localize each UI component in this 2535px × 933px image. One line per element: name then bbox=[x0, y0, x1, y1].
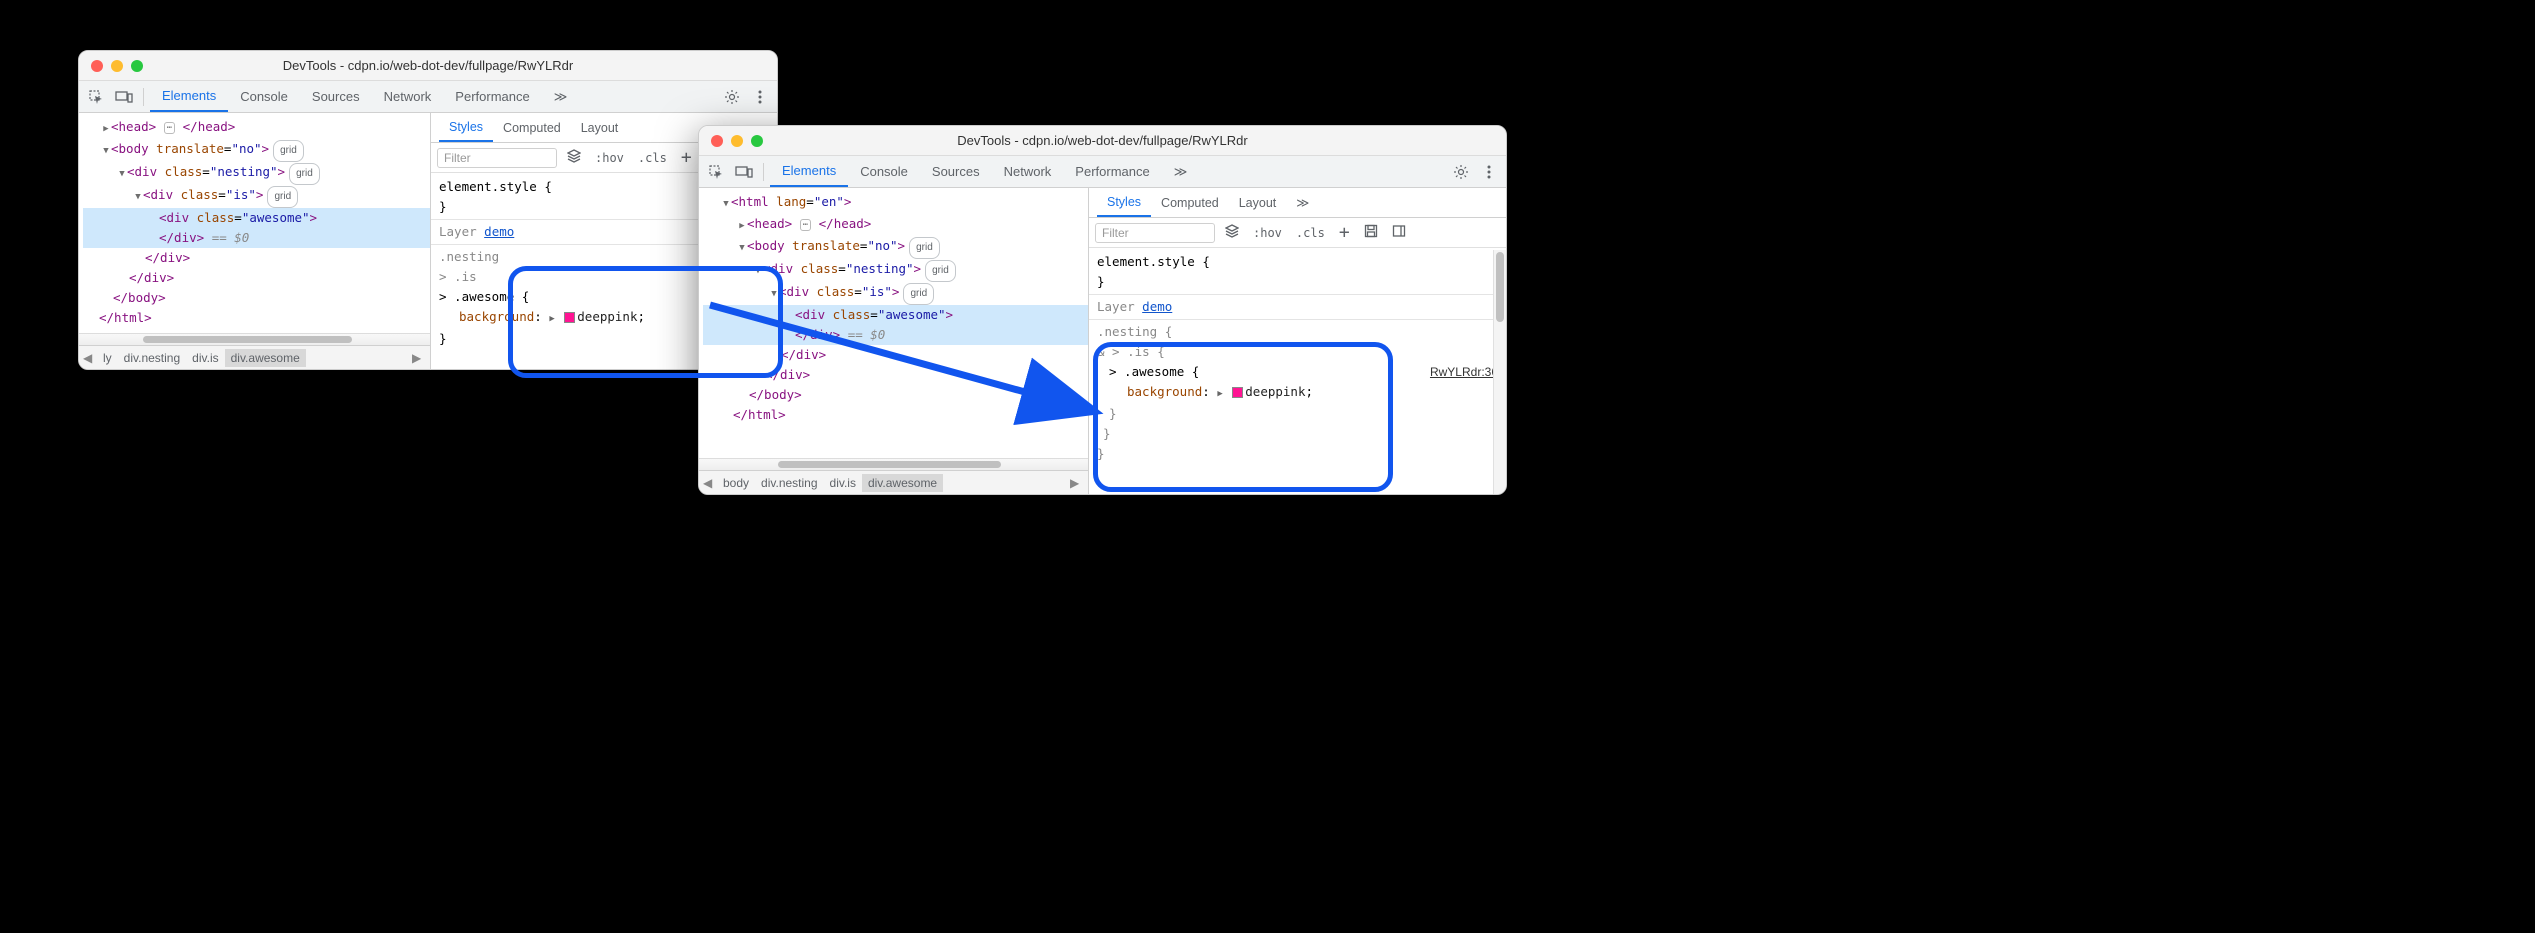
chevron-down-icon[interactable] bbox=[721, 192, 731, 214]
hov-button[interactable]: :hov bbox=[1249, 224, 1286, 242]
chevron-down-icon[interactable] bbox=[133, 185, 143, 207]
crumb-is[interactable]: div.is bbox=[186, 349, 224, 367]
window-title: DevTools - cdpn.io/web-dot-dev/fullpage/… bbox=[699, 133, 1506, 148]
grid-badge[interactable]: grid bbox=[903, 283, 934, 305]
inspect-icon[interactable] bbox=[83, 84, 109, 110]
crumb-nesting[interactable]: div.nesting bbox=[755, 474, 823, 492]
tab-performance[interactable]: Performance bbox=[1063, 156, 1161, 187]
tab-performance[interactable]: Performance bbox=[443, 81, 541, 112]
close-icon[interactable] bbox=[711, 135, 723, 147]
maximize-icon[interactable] bbox=[751, 135, 763, 147]
device-icon[interactable] bbox=[731, 159, 757, 185]
titlebar: DevTools - cdpn.io/web-dot-dev/fullpage/… bbox=[699, 126, 1506, 156]
save-icon[interactable] bbox=[1360, 222, 1382, 243]
tab-computed[interactable]: Computed bbox=[493, 113, 571, 142]
filter-input[interactable]: Filter bbox=[437, 148, 557, 168]
chevron-down-icon[interactable] bbox=[769, 282, 779, 304]
layer-link[interactable]: demo bbox=[1142, 299, 1172, 314]
tab-layout[interactable]: Layout bbox=[1229, 188, 1287, 217]
titlebar: DevTools - cdpn.io/web-dot-dev/fullpage/… bbox=[79, 51, 777, 81]
dom-tree[interactable]: <html lang="en"> <head> ⋯ </head> <body … bbox=[699, 188, 1088, 458]
color-swatch-icon[interactable] bbox=[1232, 387, 1243, 398]
ellipsis-icon[interactable]: ⋯ bbox=[800, 219, 811, 231]
scrollbar-vertical[interactable] bbox=[1493, 250, 1506, 494]
kebab-icon[interactable] bbox=[1476, 159, 1502, 185]
crumb-ly[interactable]: ly bbox=[97, 349, 118, 367]
grid-badge[interactable]: grid bbox=[289, 163, 320, 185]
inspect-icon[interactable] bbox=[703, 159, 729, 185]
tab-elements[interactable]: Elements bbox=[150, 81, 228, 112]
breadcrumb: ◀ ly div.nesting div.is div.awesome ▶ bbox=[79, 345, 430, 369]
layers-icon[interactable] bbox=[563, 147, 585, 168]
selected-node[interactable]: <div class="awesome"> bbox=[83, 208, 430, 228]
dom-tree[interactable]: <head> ⋯ </head> <body translate="no">gr… bbox=[79, 113, 430, 333]
filter-input[interactable]: Filter bbox=[1095, 223, 1215, 243]
crumb-body[interactable]: body bbox=[717, 474, 755, 492]
tab-network[interactable]: Network bbox=[992, 156, 1064, 187]
tab-console[interactable]: Console bbox=[848, 156, 920, 187]
ellipsis-icon[interactable]: ⋯ bbox=[164, 122, 175, 134]
chevron-right-icon[interactable]: ▶ bbox=[1070, 476, 1084, 490]
scrollbar-horizontal[interactable] bbox=[79, 333, 430, 345]
cls-button[interactable]: .cls bbox=[634, 149, 671, 167]
crumb-awesome[interactable]: div.awesome bbox=[862, 474, 943, 492]
crumb-nesting[interactable]: div.nesting bbox=[118, 349, 186, 367]
tab-console[interactable]: Console bbox=[228, 81, 300, 112]
close-icon[interactable] bbox=[91, 60, 103, 72]
scrollbar-horizontal[interactable] bbox=[699, 458, 1088, 470]
device-icon[interactable] bbox=[111, 84, 137, 110]
grid-badge[interactable]: grid bbox=[909, 237, 940, 259]
kebab-icon[interactable] bbox=[747, 84, 773, 110]
window-title: DevTools - cdpn.io/web-dot-dev/fullpage/… bbox=[79, 58, 777, 73]
layers-icon[interactable] bbox=[1221, 222, 1243, 243]
chevron-left-icon[interactable]: ◀ bbox=[83, 351, 97, 365]
devtools-toolbar: Elements Console Sources Network Perform… bbox=[699, 156, 1506, 188]
tab-elements[interactable]: Elements bbox=[770, 156, 848, 187]
minimize-icon[interactable] bbox=[731, 135, 743, 147]
more-tabs-icon[interactable]: ≫ bbox=[1286, 188, 1319, 217]
layer-link[interactable]: demo bbox=[484, 224, 514, 239]
maximize-icon[interactable] bbox=[131, 60, 143, 72]
gear-icon[interactable] bbox=[1448, 159, 1474, 185]
more-tabs-icon[interactable]: ≫ bbox=[542, 81, 580, 112]
tab-sources[interactable]: Sources bbox=[920, 156, 992, 187]
grid-badge[interactable]: grid bbox=[925, 260, 956, 282]
tab-styles[interactable]: Styles bbox=[439, 113, 493, 142]
grid-badge[interactable]: grid bbox=[273, 140, 304, 162]
gear-icon[interactable] bbox=[719, 84, 745, 110]
minimize-icon[interactable] bbox=[111, 60, 123, 72]
tab-layout[interactable]: Layout bbox=[571, 113, 629, 142]
source-link[interactable]: RwYLRdr:36 bbox=[1430, 362, 1498, 382]
tab-computed[interactable]: Computed bbox=[1151, 188, 1229, 217]
chevron-down-icon[interactable] bbox=[737, 236, 747, 258]
tab-styles[interactable]: Styles bbox=[1097, 188, 1151, 217]
chevron-right-icon[interactable]: ▶ bbox=[412, 351, 426, 365]
more-tabs-icon[interactable]: ≫ bbox=[1162, 156, 1200, 187]
chevron-right-icon[interactable] bbox=[737, 214, 747, 236]
selected-node[interactable]: <div class="awesome"> bbox=[703, 305, 1088, 325]
tab-network[interactable]: Network bbox=[372, 81, 444, 112]
panel-icon[interactable] bbox=[1388, 222, 1410, 243]
devtools-toolbar: Elements Console Sources Network Perform… bbox=[79, 81, 777, 113]
cls-button[interactable]: .cls bbox=[1292, 224, 1329, 242]
grid-badge[interactable]: grid bbox=[267, 186, 298, 208]
color-swatch-icon[interactable] bbox=[564, 312, 575, 323]
crumb-is[interactable]: div.is bbox=[824, 474, 862, 492]
breadcrumb: ◀ body div.nesting div.is div.awesome ▶ bbox=[699, 470, 1088, 494]
tab-sources[interactable]: Sources bbox=[300, 81, 372, 112]
chevron-down-icon[interactable] bbox=[753, 259, 763, 281]
plus-icon[interactable]: + bbox=[1335, 220, 1354, 245]
crumb-awesome[interactable]: div.awesome bbox=[225, 349, 306, 367]
styles-body[interactable]: element.style { } Layer demo .nesting { … bbox=[1089, 248, 1506, 494]
chevron-right-icon[interactable] bbox=[101, 117, 111, 139]
chevron-left-icon[interactable]: ◀ bbox=[703, 476, 717, 490]
plus-icon[interactable]: + bbox=[677, 145, 696, 170]
chevron-down-icon[interactable] bbox=[117, 162, 127, 184]
chevron-down-icon[interactable] bbox=[101, 139, 111, 161]
hov-button[interactable]: :hov bbox=[591, 149, 628, 167]
